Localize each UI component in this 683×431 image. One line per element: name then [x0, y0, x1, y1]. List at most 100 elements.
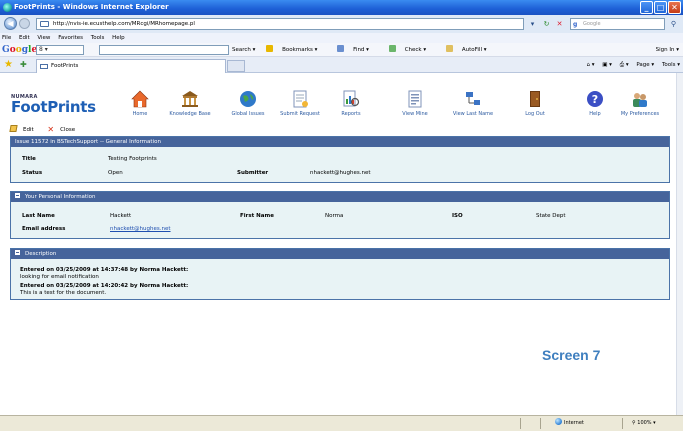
- title-label: Title: [22, 156, 36, 162]
- favorites-star-icon[interactable]: ★: [4, 59, 13, 70]
- nav-help-label: Help: [589, 111, 601, 117]
- back-button[interactable]: ◀: [4, 17, 17, 30]
- close-label: Close: [60, 127, 76, 133]
- personal-info-header[interactable]: Your Personal Information: [11, 192, 669, 202]
- home-command-icon[interactable]: ⌂ ▾: [586, 62, 594, 68]
- footprints-logo: NUMARA FootPrints: [11, 94, 96, 116]
- email-link[interactable]: nhackett@hughes.net: [110, 226, 171, 232]
- entry-text: This is a test for the document.: [20, 290, 107, 296]
- last-name-value: Hackett: [110, 213, 132, 219]
- add-favorites-icon[interactable]: ✚: [20, 60, 27, 69]
- dropdown-icon[interactable]: ▾: [527, 18, 538, 30]
- close-window-button[interactable]: ✕: [668, 1, 681, 14]
- find-button[interactable]: Find ▾: [337, 45, 378, 53]
- page-menu[interactable]: Page ▾: [636, 62, 654, 68]
- nav-view-last-name[interactable]: View Last Name: [443, 90, 503, 117]
- collapse-icon[interactable]: [15, 250, 20, 255]
- google-toolbar: Google 8 ▾ Search ▾ Bookmarks ▾ Find ▾ C…: [0, 43, 683, 57]
- chevron-down-icon: ▾: [651, 420, 656, 426]
- google-search-button[interactable]: Search ▾: [232, 47, 255, 53]
- nav-knowledge-base[interactable]: Knowledge Base: [160, 90, 220, 117]
- nav-my-preferences-label: My Preferences: [620, 111, 660, 117]
- brand-name: FootPrints: [11, 98, 96, 116]
- nav-view-mine[interactable]: View Mine: [385, 90, 445, 117]
- feeds-icon[interactable]: ▣ ▾: [602, 62, 612, 68]
- nav-global-issues[interactable]: Global Issues: [218, 90, 278, 117]
- tools-menu[interactable]: Tools ▾: [662, 62, 680, 68]
- collapse-icon[interactable]: [15, 193, 20, 198]
- nav-my-preferences[interactable]: My Preferences: [610, 90, 670, 117]
- iso-label: ISO: [452, 213, 463, 219]
- personal-info-title: Your Personal Information: [25, 194, 96, 200]
- new-tab-button[interactable]: [227, 60, 245, 72]
- tab-title: FootPrints: [51, 63, 79, 69]
- nav-view-last-name-label: View Last Name: [452, 111, 494, 117]
- globe-icon: [239, 90, 257, 108]
- sign-in-button[interactable]: Sign In ▾: [656, 43, 679, 57]
- forward-button[interactable]: [19, 18, 30, 29]
- menu-view[interactable]: View: [37, 35, 50, 41]
- submitter-label: Submitter: [237, 170, 269, 176]
- logout-door-icon: [526, 90, 544, 108]
- edit-label: Edit: [23, 127, 34, 133]
- general-info-section: Issue 11572 in BSTechSupport -- General …: [10, 136, 670, 183]
- search-go-icon[interactable]: ⚲: [668, 18, 679, 30]
- edit-button[interactable]: Edit: [9, 125, 40, 133]
- check-button[interactable]: Check ▾: [388, 45, 435, 53]
- entry-text: looking for email notification: [20, 274, 99, 280]
- search-input[interactable]: g Google: [570, 18, 665, 30]
- address-input[interactable]: http://nvis-ie.ecusthelp.com/MRcgi/MRhom…: [36, 18, 524, 30]
- description-header[interactable]: Description: [11, 249, 669, 259]
- nav-home-label: Home: [132, 111, 148, 117]
- status-label: Status: [22, 170, 43, 176]
- zoom-control[interactable]: ⚲ 100% ▾: [632, 416, 656, 431]
- edit-icon: [9, 125, 18, 132]
- close-issue-button[interactable]: ✕ Close: [47, 125, 81, 134]
- preferences-icon: [631, 90, 649, 108]
- bookmarks-label: Bookmarks ▾: [282, 47, 318, 53]
- nav-reports[interactable]: Reports: [321, 90, 381, 117]
- entry-heading: Entered on 03/25/2009 at 14:37:48 by Nor…: [20, 267, 189, 273]
- google-toolbar-items: Search ▾ Bookmarks ▾ Find ▾ Check ▾ Auto…: [232, 43, 505, 57]
- page-content: NUMARA FootPrints Home Knowledge Base Gl…: [0, 73, 676, 415]
- vertical-scrollbar[interactable]: [676, 73, 683, 415]
- autofill-label: AutoFill ▾: [461, 47, 487, 53]
- menu-edit[interactable]: Edit: [19, 35, 30, 41]
- menu-bar: File Edit View Favorites Tools Help: [0, 33, 683, 43]
- command-bar: ⌂ ▾ ▣ ▾ ⎙ ▾ Page ▾ Tools ▾: [580, 57, 680, 73]
- page-icon: [40, 21, 49, 27]
- first-name-label: First Name: [240, 213, 274, 219]
- nav-log-out[interactable]: Log Out: [505, 90, 565, 117]
- entry-heading: Entered on 03/25/2009 at 14:20:42 by Nor…: [20, 283, 189, 289]
- autofill-button[interactable]: AutoFill ▾: [445, 45, 496, 53]
- description-section: Description Entered on 03/25/2009 at 14:…: [10, 248, 670, 300]
- search-placeholder: Google: [583, 21, 601, 27]
- page-icon: [40, 64, 48, 69]
- ie-icon: [3, 3, 12, 12]
- status-bar: Internet ⚲ 100% ▾: [0, 415, 683, 431]
- google-search-dropdown[interactable]: [99, 45, 229, 55]
- tab-footprints[interactable]: FootPrints: [36, 59, 226, 73]
- home-icon: [131, 90, 149, 108]
- print-icon[interactable]: ⎙ ▾: [620, 62, 629, 68]
- maximize-button[interactable]: □: [654, 1, 667, 14]
- menu-help[interactable]: Help: [112, 35, 125, 41]
- security-zone[interactable]: Internet: [555, 416, 584, 431]
- find-label: Find ▾: [353, 47, 369, 53]
- menu-tools[interactable]: Tools: [91, 35, 105, 41]
- refresh-icon[interactable]: ↻: [541, 18, 552, 30]
- google-search-field[interactable]: 8 ▾: [36, 45, 84, 55]
- knowledge-base-icon: [181, 90, 199, 108]
- title-value: Testing Footprints: [108, 156, 157, 162]
- window-title: FootPrints - Windows Internet Explorer: [14, 3, 169, 11]
- window-title-bar: FootPrints - Windows Internet Explorer _…: [0, 0, 683, 15]
- bookmarks-button[interactable]: Bookmarks ▾: [266, 45, 326, 53]
- find-icon: [337, 45, 345, 52]
- menu-file[interactable]: File: [2, 35, 11, 41]
- view-last-name-icon: [464, 90, 482, 108]
- menu-favorites[interactable]: Favorites: [58, 35, 83, 41]
- minimize-button[interactable]: _: [640, 1, 653, 14]
- stop-icon[interactable]: ✕: [554, 18, 565, 30]
- first-name-value: Norma: [325, 213, 344, 219]
- submitter-value: nhackett@hughes.net: [310, 170, 371, 176]
